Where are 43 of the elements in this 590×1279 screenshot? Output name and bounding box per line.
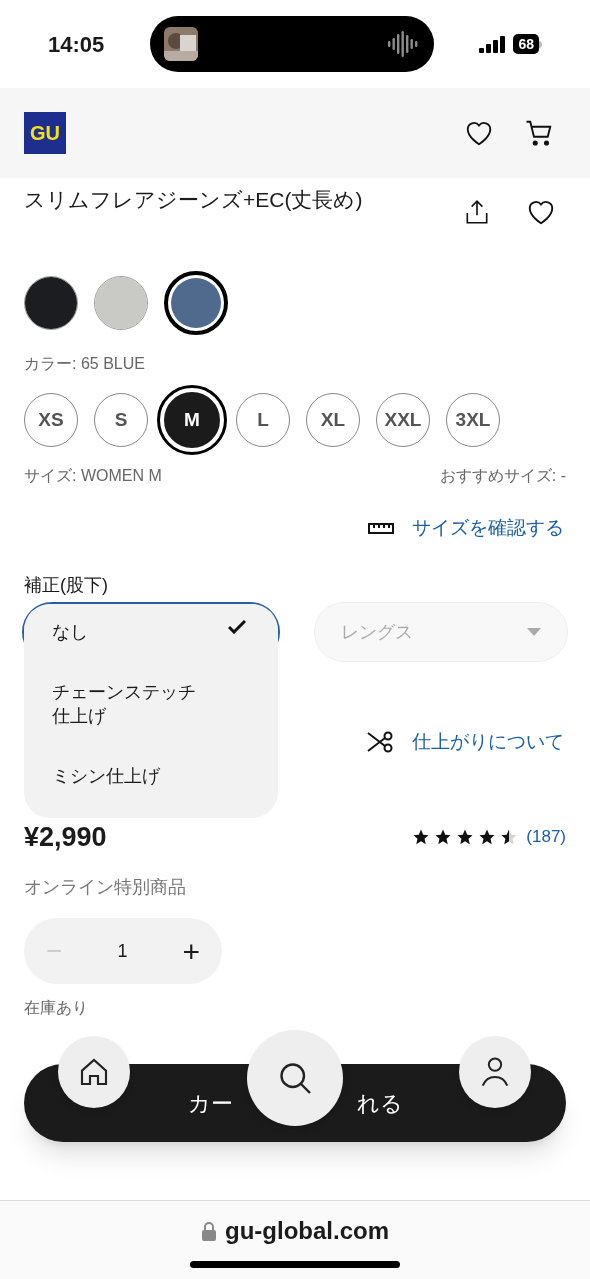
- color-swatch[interactable]: [94, 276, 148, 330]
- heart-icon[interactable]: [464, 119, 494, 147]
- color-swatch[interactable]: [164, 271, 228, 335]
- search-icon: [277, 1060, 313, 1096]
- lock-icon: [201, 1221, 217, 1241]
- checkmark-icon: [228, 620, 246, 634]
- share-icon[interactable]: [464, 198, 490, 226]
- stock-status: 在庫あり: [24, 999, 88, 1016]
- caret-icon: [527, 628, 541, 636]
- price: ¥2,990: [24, 820, 107, 854]
- review-count[interactable]: (187): [526, 824, 566, 850]
- star-icon: [478, 828, 497, 846]
- product-title: スリムフレアジーンズ+EC(丈長め): [24, 187, 363, 213]
- dropdown-option[interactable]: ミシン仕上げ: [24, 758, 278, 804]
- size-label: サイズ: WOMEN M: [24, 466, 162, 486]
- person-icon: [480, 1056, 510, 1088]
- star-icon: [456, 828, 475, 846]
- color-swatch[interactable]: [24, 276, 78, 330]
- recommended-size: おすすめサイズ: -: [439, 466, 566, 486]
- gu-logo[interactable]: GU: [24, 112, 66, 154]
- battery-level: 68: [513, 34, 539, 54]
- dropdown-option[interactable]: チェーンステッチ仕上げ: [24, 670, 278, 758]
- half-star-icon: [500, 828, 519, 846]
- online-note: オンライン特別商品: [24, 877, 186, 897]
- quantity-value: 1: [117, 939, 128, 963]
- dropdown-option[interactable]: なし: [24, 620, 278, 670]
- color-label: カラー: 65 BLUE: [24, 355, 145, 372]
- size-option[interactable]: M: [160, 388, 224, 452]
- home-icon: [78, 1056, 110, 1088]
- size-guide-link[interactable]: サイズを確認する: [412, 513, 564, 543]
- finish-info-link[interactable]: 仕上がりについて: [412, 727, 564, 757]
- increment-button[interactable]: +: [182, 928, 200, 974]
- scissors-icon: [366, 731, 394, 753]
- url-text[interactable]: gu-global.com: [225, 1213, 389, 1249]
- star-icon: [434, 828, 453, 846]
- heart-icon[interactable]: [526, 198, 556, 226]
- star-icon: [412, 828, 431, 846]
- waveform-icon: [385, 30, 420, 58]
- ruler-icon: [368, 521, 394, 535]
- signal-icon: [479, 35, 508, 53]
- hem-label: 補正(股下): [24, 575, 108, 595]
- status-time: 14:05: [48, 30, 105, 59]
- cart-icon[interactable]: [524, 118, 554, 148]
